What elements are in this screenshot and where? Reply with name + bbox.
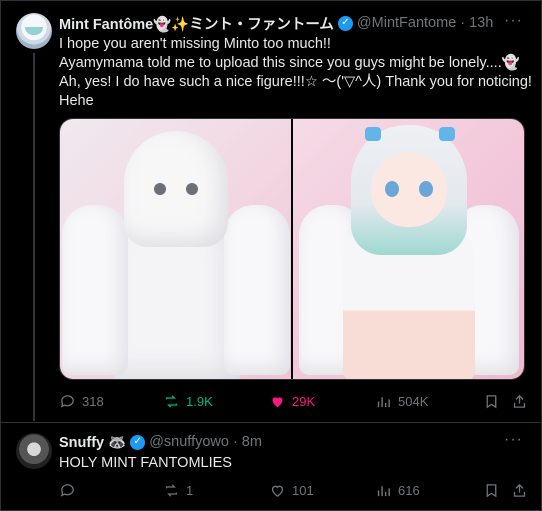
views-button[interactable]: 616 xyxy=(375,480,420,500)
retweet-icon xyxy=(165,394,178,408)
display-name[interactable]: Snuffy 🦝 xyxy=(59,434,126,451)
like-button[interactable]: 101 xyxy=(269,480,314,500)
tweet-text-line: Ayamymama told me to upload this since y… xyxy=(59,55,520,71)
like-count: 101 xyxy=(292,482,314,498)
hair-bow xyxy=(365,127,381,141)
tweet-text-line: I hope you aren't missing Minto too much… xyxy=(59,36,331,52)
sheet-left xyxy=(62,205,128,375)
ghost-head xyxy=(124,131,228,247)
retweet-icon xyxy=(165,483,178,497)
hair-bow xyxy=(439,127,455,141)
reply-count: 318 xyxy=(82,393,104,409)
bookmark-button[interactable] xyxy=(483,391,500,411)
views-count: 504K xyxy=(398,393,429,409)
verified-badge-icon: ✓ xyxy=(130,434,146,450)
views-count: 616 xyxy=(398,482,420,498)
tweet-text: HOLY MINT FANTOMLIES xyxy=(59,454,527,473)
heart-icon xyxy=(271,485,284,497)
reply-button[interactable] xyxy=(59,480,82,500)
share-icon xyxy=(513,483,526,497)
bookmark-icon xyxy=(486,483,497,497)
sheet-right xyxy=(224,205,290,375)
girl-face xyxy=(371,153,447,227)
ghost-eye xyxy=(154,183,166,195)
retweet-button[interactable]: 1.9K xyxy=(163,391,213,411)
media-image-ghost[interactable] xyxy=(60,119,291,379)
tweet-text-line: Hehe xyxy=(59,93,94,109)
tweet-header: Snuffy 🦝 ✓ @snuffyowo · 8m xyxy=(59,432,262,452)
handle[interactable]: @MintFantome xyxy=(357,15,456,31)
display-name[interactable]: Mint Fantôme👻✨ミント・ファントーム xyxy=(59,13,334,34)
tweet-text-line: Ah, yes! I do have such a nice figure!!!… xyxy=(59,74,532,90)
reply-icon xyxy=(60,483,74,497)
thread-connector xyxy=(33,53,35,421)
heart-icon xyxy=(272,396,283,407)
avatar[interactable] xyxy=(16,433,52,469)
tweet-header: Mint Fantôme👻✨ミント・ファントーム ✓ @MintFantome … xyxy=(59,13,493,33)
separator-dot: · xyxy=(232,434,238,450)
share-icon xyxy=(513,394,526,408)
action-bar: 1 101 616 xyxy=(59,480,529,500)
views-chart-icon xyxy=(377,396,390,407)
views-chart-icon xyxy=(377,485,390,496)
views-button[interactable]: 504K xyxy=(375,391,428,411)
avatar[interactable] xyxy=(16,13,52,49)
bookmark-button[interactable] xyxy=(483,480,500,500)
retweet-count: 1 xyxy=(186,482,194,498)
girl-eye xyxy=(385,181,399,197)
more-options-icon[interactable]: ··· xyxy=(504,431,523,449)
ghost-eye xyxy=(186,183,198,195)
reply-button[interactable]: 318 xyxy=(59,391,104,411)
timestamp[interactable]: 8m xyxy=(242,434,262,450)
separator-dot: · xyxy=(460,15,466,31)
media-grid[interactable] xyxy=(59,118,525,380)
retweet-button[interactable]: 1 xyxy=(163,480,193,500)
girl-eye xyxy=(419,181,433,197)
action-bar: 318 1.9K 29K 504K xyxy=(59,391,529,411)
tweet-text: I hope you aren't missing Minto too much… xyxy=(59,35,532,111)
tweet-text-line: HOLY MINT FANTOMLIES xyxy=(59,455,232,471)
main-tweet[interactable]: Mint Fantôme👻✨ミント・ファントーム ✓ @MintFantome … xyxy=(0,0,542,422)
bookmark-icon xyxy=(486,394,497,408)
share-button[interactable] xyxy=(511,480,528,500)
media-image-girl[interactable] xyxy=(293,119,524,379)
like-button[interactable]: 29K xyxy=(269,391,315,411)
like-count: 29K xyxy=(292,393,316,409)
handle[interactable]: @snuffyowo xyxy=(149,434,229,450)
more-options-icon[interactable]: ··· xyxy=(504,12,523,30)
share-button[interactable] xyxy=(511,391,528,411)
timestamp[interactable]: 13h xyxy=(469,15,493,31)
reply-tweet[interactable]: Snuffy 🦝 ✓ @snuffyowo · 8m ··· HOLY MINT… xyxy=(0,422,542,511)
reply-icon xyxy=(60,394,74,408)
retweet-count: 1.9K xyxy=(186,393,213,409)
verified-badge-icon: ✓ xyxy=(337,15,353,31)
